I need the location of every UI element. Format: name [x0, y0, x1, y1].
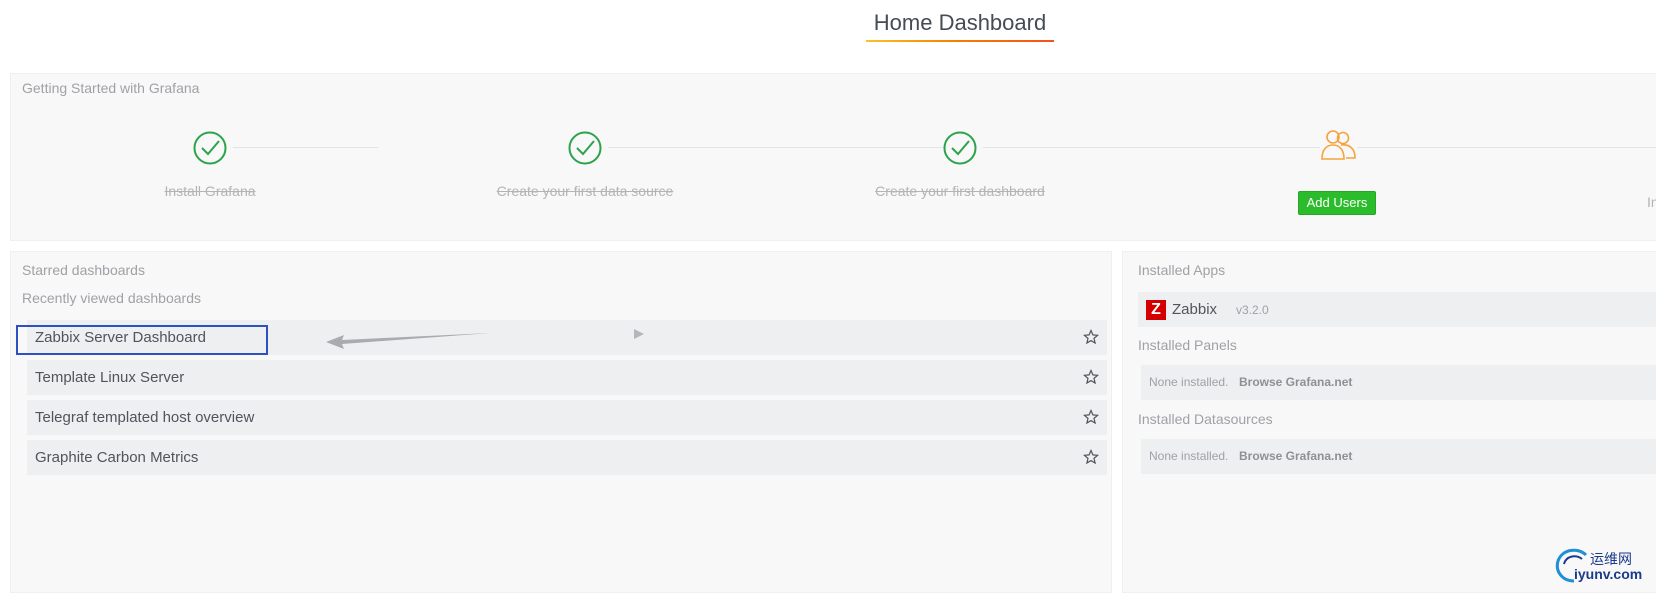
check-circle-icon [568, 131, 602, 165]
panels-none-row: None installed. Browse Grafana.net [1141, 365, 1656, 400]
progress-line [983, 147, 1320, 148]
getting-started-title: Getting Started with Grafana [22, 80, 200, 96]
play-icon[interactable] [633, 328, 645, 340]
zabbix-logo: Z [1146, 300, 1166, 320]
plugins-panel: Installed Apps Z Zabbix v3.2.0 Installed… [1122, 251, 1656, 593]
dashboard-name[interactable]: Telegraf templated host overview [35, 400, 254, 435]
step-label-install-grafana: Install Grafana [164, 183, 256, 199]
watermark-domain: iyunv.com [1574, 566, 1643, 582]
dashboard-name[interactable]: Zabbix Server Dashboard [35, 320, 206, 355]
dashboard-name[interactable]: Template Linux Server [35, 360, 184, 395]
none-installed-text: None installed. [1149, 375, 1229, 389]
browse-grafana-link[interactable]: Browse Grafana.net [1239, 365, 1352, 400]
getting-started-panel: Getting Started with Grafana Install Gra… [10, 73, 1656, 241]
step-label-first-dashboard: Create your first dashboard [875, 183, 1045, 199]
star-icon[interactable] [1083, 409, 1099, 425]
page-header: Home Dashboard [0, 0, 1656, 60]
app-row-zabbix[interactable]: Z Zabbix v3.2.0 [1138, 292, 1656, 327]
star-icon[interactable] [1083, 449, 1099, 465]
browse-grafana-link[interactable]: Browse Grafana.net [1239, 439, 1352, 474]
recent-dashboards-title: Recently viewed dashboards [22, 290, 201, 306]
installed-apps-title: Installed Apps [1138, 262, 1226, 278]
page-title[interactable]: Home Dashboard [866, 8, 1054, 42]
dashboard-row[interactable]: Graphite Carbon Metrics [27, 440, 1107, 475]
none-installed-text: None installed. [1149, 449, 1229, 463]
step-label-first-datasource: Create your first data source [496, 183, 674, 199]
next-step-label: Ins [1647, 194, 1656, 210]
app-version: v3.2.0 [1236, 303, 1269, 317]
title-underline [866, 40, 1054, 42]
starred-dashboards-title: Starred dashboards [22, 262, 145, 278]
dashboard-row[interactable]: Zabbix Server Dashboard [27, 320, 1107, 355]
app-name[interactable]: Zabbix [1172, 292, 1217, 327]
dashboard-row[interactable]: Template Linux Server [27, 360, 1107, 395]
check-circle-icon [193, 131, 227, 165]
installed-datasources-title: Installed Datasources [1138, 411, 1273, 427]
dashboard-list-panel: Starred dashboards Recently viewed dashb… [10, 251, 1112, 593]
installed-panels-title: Installed Panels [1138, 337, 1237, 353]
progress-line [233, 147, 378, 148]
dashboard-name[interactable]: Graphite Carbon Metrics [35, 440, 198, 475]
arrow-annotation-icon [326, 333, 491, 349]
star-icon[interactable] [1083, 369, 1099, 385]
check-circle-icon [943, 131, 977, 165]
dashboard-row[interactable]: Telegraf templated host overview [27, 400, 1107, 435]
add-users-button[interactable]: Add Users [1298, 191, 1376, 215]
users-icon [1321, 130, 1356, 160]
datasources-none-row: None installed. Browse Grafana.net [1141, 439, 1656, 474]
star-icon[interactable] [1083, 329, 1099, 345]
progress-line [1357, 147, 1656, 148]
watermark-logo: 运维网 iyunv.com [1552, 545, 1656, 585]
progress-line [608, 147, 945, 148]
